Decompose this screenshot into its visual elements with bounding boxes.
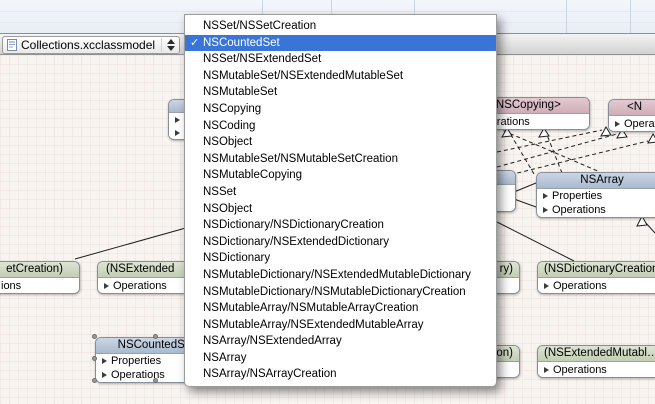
disclosure-triangle-icon[interactable] xyxy=(543,193,548,199)
category-box-title: (NSExtendedMutabl… xyxy=(538,346,655,362)
menu-item-label: NSMutableArray/NSMutableArrayCreation xyxy=(203,302,418,314)
menu-item-label: NSSet xyxy=(203,186,236,198)
menu-item[interactable]: NSMutableArray/NSExtendedMutableArray xyxy=(185,317,496,334)
disclosure-triangle-icon[interactable] xyxy=(543,207,548,213)
menu-item[interactable]: NSMutableCopying xyxy=(185,167,496,184)
box-row-label: Properties xyxy=(552,190,602,202)
selection-handle[interactable] xyxy=(153,378,158,383)
browser-column-divider xyxy=(566,0,567,33)
menu-item[interactable]: NSSet/NSSetCreation xyxy=(185,18,496,35)
class-selector-menu: NSSet/NSSetCreation ✓ NSCountedSet NSSet/NS… xyxy=(184,14,497,387)
disclosure-triangle-icon[interactable] xyxy=(175,117,180,123)
box-row-label: Operations xyxy=(113,280,167,292)
menu-item[interactable]: NSObject xyxy=(185,201,496,218)
menu-item[interactable]: NSArray/NSExtendedArray xyxy=(185,333,496,350)
disclosure-triangle-icon[interactable] xyxy=(544,367,549,373)
disclosure-triangle-icon[interactable] xyxy=(615,121,620,127)
menu-item[interactable]: NSDictionary xyxy=(185,250,496,267)
selection-handle[interactable] xyxy=(153,334,158,339)
menu-item-label: NSMutableArray/NSExtendedMutableArray xyxy=(203,319,424,331)
menu-item-label: NSDictionary/NSExtendedDictionary xyxy=(203,236,389,248)
menu-item-label: NSArray xyxy=(203,352,246,364)
menu-item[interactable]: NSSet xyxy=(185,184,496,201)
selection-handle[interactable] xyxy=(92,334,97,339)
menu-item[interactable]: NSMutableDictionary/NSMutableDictionaryC… xyxy=(185,284,496,301)
disclosure-triangle-icon[interactable] xyxy=(544,283,549,289)
category-box-nsdictionarycreation[interactable]: (NSDictionaryCreation Operations xyxy=(537,261,655,294)
menu-item[interactable]: NSCoding xyxy=(185,118,496,135)
menu-item-label: NSArray/NSArrayCreation xyxy=(203,368,337,380)
menu-item[interactable]: NSMutableDictionary/NSExtendedMutableDic… xyxy=(185,267,496,284)
menu-item[interactable]: NSMutableSet xyxy=(185,84,496,101)
protocol-box-right[interactable]: <N Operations xyxy=(608,99,655,132)
disclosure-triangle-icon[interactable] xyxy=(102,358,107,364)
menu-item[interactable]: NSDictionary/NSDictionaryCreation xyxy=(185,217,496,234)
menu-item[interactable]: NSArray/NSArrayCreation xyxy=(185,366,496,383)
model-document-icon xyxy=(7,39,17,51)
menu-item-label: NSCountedSet xyxy=(203,37,280,49)
menu-item-label: NSCopying xyxy=(203,103,261,115)
disclosure-triangle-icon[interactable] xyxy=(104,283,109,289)
menu-item[interactable]: NSSet/NSExtendedSet xyxy=(185,51,496,68)
selection-handle[interactable] xyxy=(92,378,97,383)
menu-item-label: NSCoding xyxy=(203,120,255,132)
box-row-label: Operations xyxy=(553,280,607,292)
box-row-label: ions xyxy=(1,280,21,292)
menu-item[interactable]: NSCopying xyxy=(185,101,496,118)
box-row-label: Operations xyxy=(553,364,607,376)
menu-item-label: NSMutableSet xyxy=(203,86,277,98)
class-model-window: Collections.xcclassmodel xyxy=(0,0,655,404)
menu-item-label: NSObject xyxy=(203,136,252,148)
box-row-label: Operations xyxy=(624,118,655,130)
disclosure-triangle-icon[interactable] xyxy=(102,372,107,378)
class-box-title: NSArray xyxy=(537,173,655,189)
file-selector-label: Collections.xcclassmodel xyxy=(21,38,179,52)
menu-item-list: NSSet/NSSetCreation ✓ NSCountedSet NSSet/NS… xyxy=(185,18,496,383)
menu-item-label: NSMutableCopying xyxy=(203,169,302,181)
box-row-label: Properties xyxy=(111,355,161,367)
category-box-setcreation[interactable]: etCreation) ions xyxy=(0,261,80,294)
menu-item-label: NSDictionary/NSDictionaryCreation xyxy=(203,219,384,231)
menu-item-label: NSObject xyxy=(203,203,252,215)
browser-row-line xyxy=(0,11,655,12)
category-box-title: (NSDictionaryCreation xyxy=(538,262,655,278)
menu-item-label: NSDictionary xyxy=(203,252,270,264)
menu-item-label: NSMutableSet/NSExtendedMutableSet xyxy=(203,70,403,82)
file-selector-popup[interactable]: Collections.xcclassmodel xyxy=(2,36,180,54)
menu-item[interactable]: NSDictionary/NSExtendedDictionary xyxy=(185,234,496,251)
menu-item[interactable]: ✓ NSCountedSet xyxy=(185,35,496,52)
disclosure-triangle-icon[interactable] xyxy=(175,130,180,136)
menu-item-label: NSSet/NSExtendedSet xyxy=(203,53,321,65)
menu-item[interactable]: NSArray xyxy=(185,350,496,367)
menu-item[interactable]: NSMutableSet/NSMutableSetCreation xyxy=(185,151,496,168)
menu-item-label: NSMutableDictionary/NSExtendedMutableDic… xyxy=(203,269,471,281)
stepper-arrows-icon xyxy=(161,38,176,52)
box-row-label: Operations xyxy=(552,204,606,216)
menu-item-label: NSSet/NSSetCreation xyxy=(203,20,316,32)
class-box-nsarray[interactable]: NSArray Properties Operations xyxy=(536,172,655,218)
category-box-nsextendedmutable[interactable]: (NSExtendedMutabl… Operations xyxy=(537,345,655,378)
menu-item-label: NSMutableSet/NSMutableSetCreation xyxy=(203,153,398,165)
browser-column-divider xyxy=(630,0,631,33)
protocol-box-title: <N xyxy=(609,100,655,116)
menu-item-label: NSArray/NSExtendedArray xyxy=(203,335,342,347)
category-box-title: etCreation) xyxy=(0,262,79,278)
menu-item[interactable]: NSMutableSet/NSExtendedMutableSet xyxy=(185,68,496,85)
menu-item[interactable]: NSMutableArray/NSMutableArrayCreation xyxy=(185,300,496,317)
checkmark-icon: ✓ xyxy=(190,35,199,52)
menu-item-label: NSMutableDictionary/NSMutableDictionaryC… xyxy=(203,286,466,298)
menu-item[interactable]: NSObject xyxy=(185,134,496,151)
selection-handle[interactable] xyxy=(92,356,97,361)
